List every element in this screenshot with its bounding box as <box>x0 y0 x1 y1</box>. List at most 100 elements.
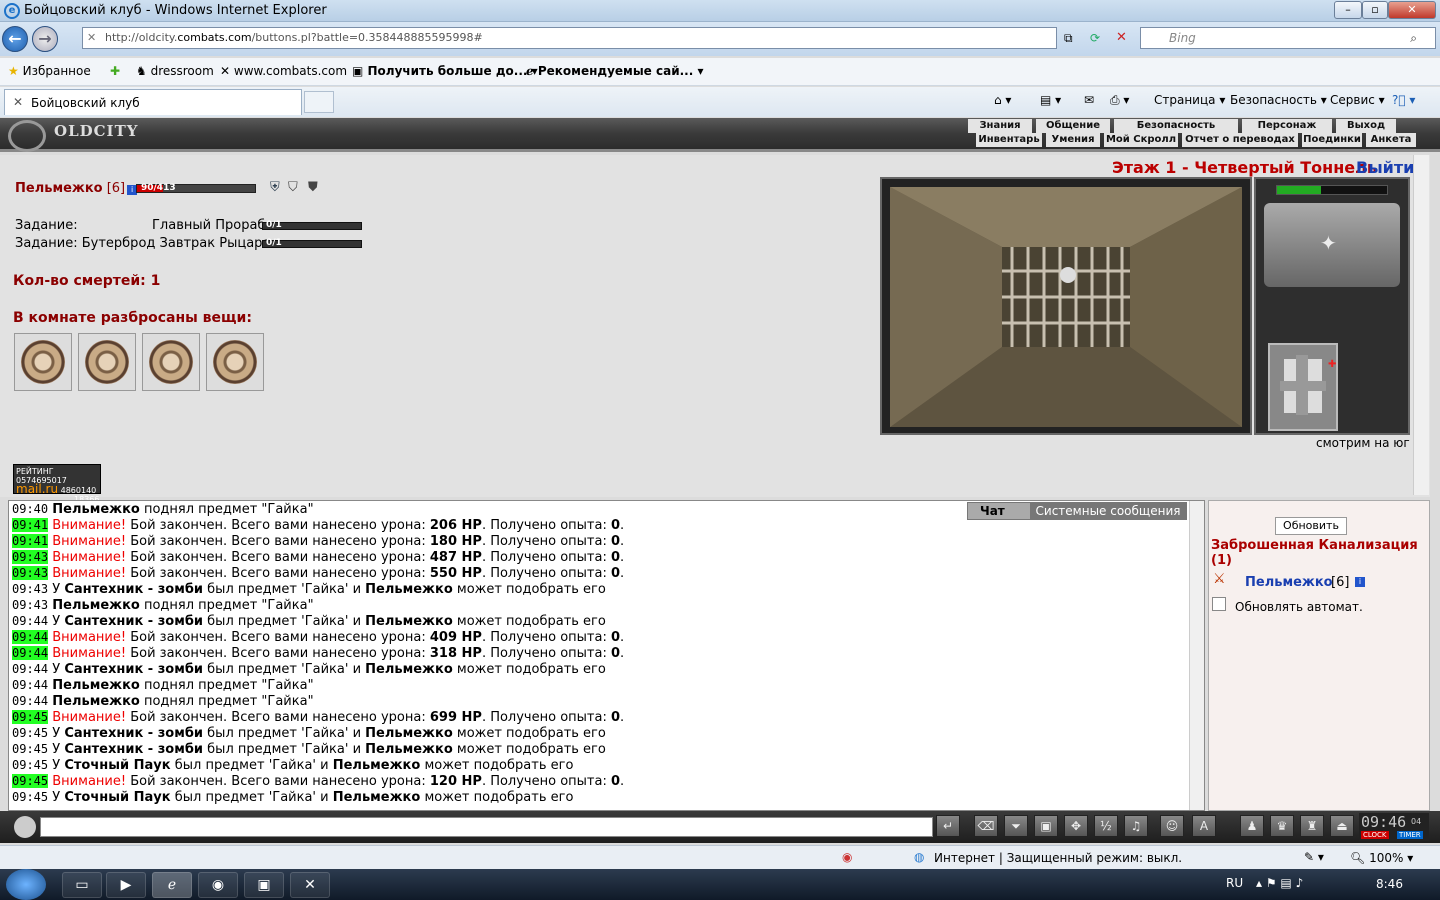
media-player-icon[interactable]: ▶ <box>106 872 146 898</box>
menu-security[interactable]: Безопасность <box>1114 119 1238 133</box>
tab-system-messages[interactable]: Системные сообщения <box>1030 503 1186 519</box>
chat-timestamp[interactable]: 09:44 <box>12 678 48 692</box>
print-icon[interactable]: ⎙ ▾ <box>1110 93 1129 108</box>
room-player-name[interactable]: Пельмежко <box>1245 575 1333 590</box>
page-menu[interactable]: Страница ▾ <box>1154 93 1225 107</box>
menu-fights[interactable]: Поединки <box>1302 133 1362 147</box>
save-icon[interactable]: ▣ <box>1034 815 1058 837</box>
menu-transfer-report[interactable]: Отчет о переводах <box>1182 133 1298 147</box>
chat-settings-icon[interactable] <box>14 816 36 838</box>
chat-timestamp[interactable]: 09:45 <box>12 790 48 804</box>
search-input[interactable]: Bing ⌕ <box>1140 27 1436 49</box>
room-item-nut[interactable] <box>142 333 200 391</box>
protected-mode-icon[interactable]: ✎ ▾ <box>1304 850 1324 864</box>
chat-timestamp[interactable]: 09:45 <box>12 710 49 724</box>
smile-icon[interactable]: ☺ <box>1160 815 1184 837</box>
fav-link-suggested[interactable]: ℯ Рекомендуемые сай... ▾ <box>526 64 704 78</box>
chat-timestamp[interactable]: 09:43 <box>12 598 48 612</box>
chat-timestamp[interactable]: 09:45 <box>12 758 48 772</box>
exit-icon[interactable]: ⏏ <box>1330 815 1354 837</box>
chat-timestamp[interactable]: 09:44 <box>12 662 48 676</box>
room-item-nut[interactable] <box>206 333 264 391</box>
language-indicator[interactable]: RU <box>1226 876 1243 890</box>
refresh-icon[interactable]: ⟳ <box>1090 31 1100 45</box>
player-name[interactable]: Пельмежко <box>15 181 103 196</box>
home-icon[interactable]: ⌂ ▾ <box>994 93 1011 107</box>
chat-scrollbar[interactable] <box>1189 501 1204 810</box>
menu-exit[interactable]: Выход <box>1336 119 1396 133</box>
fav-link-more-addons[interactable]: ▣ Получить больше до... ▾ <box>352 64 538 78</box>
dungeon-view[interactable] <box>880 177 1252 435</box>
new-tab-button[interactable] <box>304 91 334 113</box>
forward-button[interactable]: → <box>32 26 58 52</box>
chat-timestamp[interactable]: 09:40 <box>12 502 48 516</box>
privacy-icon[interactable]: ◉ <box>842 850 852 864</box>
chat-timestamp[interactable]: 09:43 <box>12 566 49 580</box>
chat-input[interactable] <box>40 817 933 837</box>
chat-timestamp[interactable]: 09:43 <box>12 582 48 596</box>
menu-inventory[interactable]: Инвентарь <box>976 133 1042 147</box>
tray-icons[interactable]: ▴ ⚑ ▤ ♪ <box>1256 876 1303 890</box>
room-item-nut[interactable] <box>78 333 136 391</box>
close-button[interactable]: ✕ <box>1388 1 1436 19</box>
chat-timestamp[interactable]: 09:45 <box>12 726 48 740</box>
timer-label[interactable]: TIMER <box>1397 831 1423 839</box>
feeds-icon[interactable]: ▤ ▾ <box>1040 93 1061 107</box>
menu-character[interactable]: Персонаж <box>1242 119 1332 133</box>
buff-icon-2[interactable]: ⛉ <box>288 180 298 195</box>
menu-skills[interactable]: Умения <box>1046 133 1100 147</box>
chat-timestamp[interactable]: 09:44 <box>12 614 48 628</box>
buff-icon-1[interactable]: ⛨ <box>270 180 280 195</box>
rating-counter[interactable]: РЕЙТИНГ 0574695017 mail.ru 4860140 18366 <box>13 464 101 504</box>
main-scrollbar[interactable] <box>1413 155 1429 495</box>
chat-timestamp[interactable]: 09:44 <box>12 694 48 708</box>
fav-link-dressroom[interactable]: ♞ dressroom <box>136 64 214 78</box>
stop-icon[interactable]: ✕ <box>1116 30 1127 45</box>
ie-taskbar-icon[interactable]: ℯ <box>152 872 192 898</box>
send-icon[interactable]: ↵ <box>936 815 960 837</box>
clear-icon[interactable]: ⌫ <box>974 815 998 837</box>
chat-timestamp[interactable]: 09:45 <box>12 742 48 756</box>
back-button[interactable]: ← <box>2 26 28 52</box>
sound-icon[interactable]: ♫ <box>1124 815 1148 837</box>
buff-icon-3[interactable]: ⛊ <box>308 180 318 195</box>
app-icon-3[interactable]: ✕ <box>290 872 330 898</box>
chat-timestamp[interactable]: 09:44 <box>12 646 49 660</box>
action-icon-2[interactable]: ♛ <box>1270 815 1294 837</box>
chat-timestamp[interactable]: 09:43 <box>12 550 49 564</box>
clock-label[interactable]: CLOCK <box>1361 831 1389 839</box>
compat-icon[interactable]: ⧉ <box>1064 31 1073 46</box>
fight-icon[interactable]: ✥ <box>1064 815 1088 837</box>
safety-menu[interactable]: Безопасность ▾ <box>1230 93 1327 107</box>
maximize-button[interactable]: ▫ <box>1362 1 1388 19</box>
zoom-control[interactable]: 🔍︎ 100% ▾ <box>1350 851 1413 865</box>
app-icon-2[interactable]: ▣ <box>244 872 284 898</box>
turn-around-icon[interactable]: ✦ <box>1320 231 1337 255</box>
chat-timestamp[interactable]: 09:41 <box>12 518 49 532</box>
room-item-nut[interactable] <box>14 333 72 391</box>
auto-refresh-checkbox[interactable] <box>1212 597 1226 611</box>
minimize-button[interactable]: – <box>1334 1 1362 19</box>
info-icon[interactable]: i <box>1355 577 1365 587</box>
app-icon-1[interactable]: ◉ <box>198 872 238 898</box>
search-icon[interactable]: ⌕ <box>1410 28 1417 48</box>
address-bar[interactable]: ✕ http://oldcity.combats.com/buttons.pl?… <box>82 27 1057 49</box>
start-button[interactable] <box>6 869 46 900</box>
add-favorite-icon[interactable]: ✚ <box>110 64 120 78</box>
chat-timestamp[interactable]: 09:44 <box>12 630 49 644</box>
menu-knowledge[interactable]: Знания <box>968 119 1032 133</box>
action-icon-3[interactable]: ♜ <box>1300 815 1324 837</box>
service-menu[interactable]: Сервис ▾ <box>1330 93 1385 107</box>
menu-profile[interactable]: Анкета <box>1366 133 1416 147</box>
tab-chat[interactable]: Чат <box>980 504 1005 518</box>
exit-link[interactable]: Выйти <box>1356 158 1414 177</box>
mail-icon[interactable]: ✉ <box>1084 93 1094 107</box>
fav-link-combats[interactable]: ✕ www.combats.com <box>220 64 347 78</box>
explorer-icon[interactable]: ▭ <box>62 872 102 898</box>
chat-timestamp[interactable]: 09:41 <box>12 534 49 548</box>
system-clock[interactable]: 8:46 <box>1376 877 1403 891</box>
chat-timestamp[interactable]: 09:45 <box>12 774 49 788</box>
refresh-button[interactable]: Обновить <box>1275 517 1347 535</box>
filter-icon[interactable]: ⏷ <box>1004 815 1028 837</box>
action-icon-1[interactable]: ♟ <box>1240 815 1264 837</box>
